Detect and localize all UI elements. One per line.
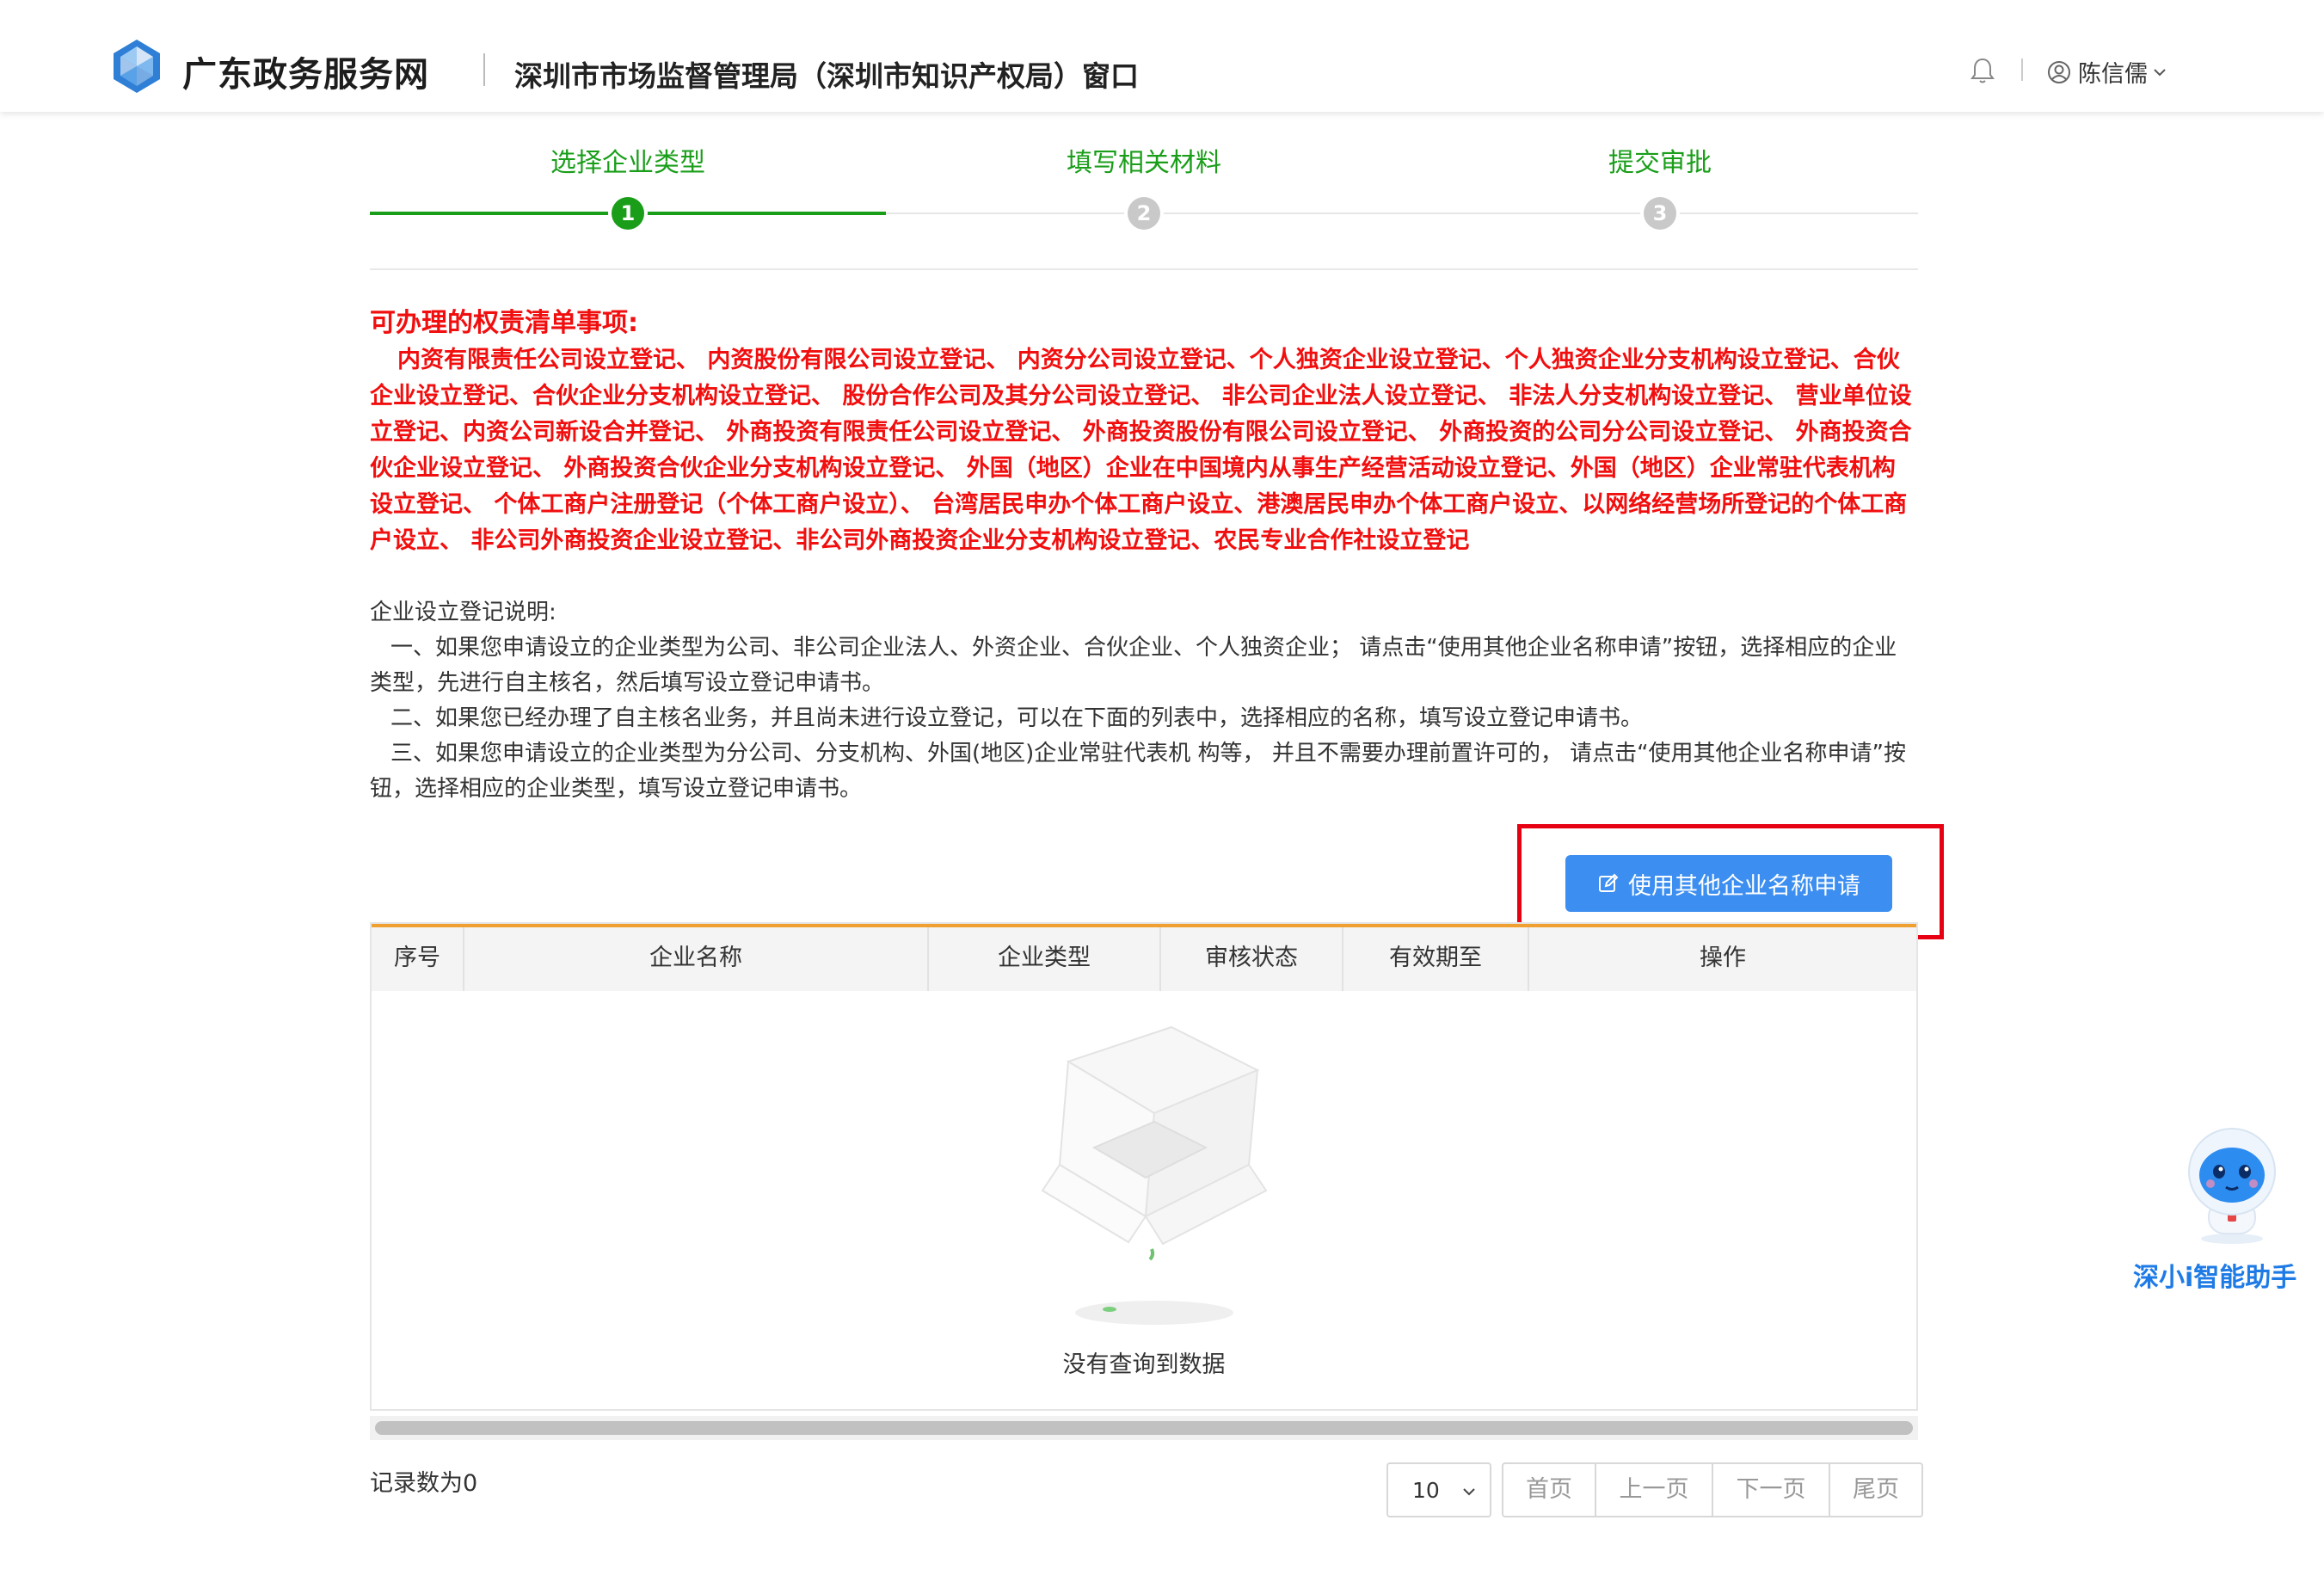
- column-header-expiry[interactable]: 有效期至: [1343, 927, 1529, 991]
- edit-icon: [1599, 873, 1619, 892]
- prev-page-button[interactable]: 上一页: [1596, 1464, 1713, 1516]
- column-header-status[interactable]: 审核状态: [1161, 927, 1343, 991]
- page-size-value: 10: [1412, 1477, 1440, 1503]
- first-page-button[interactable]: 首页: [1503, 1464, 1596, 1516]
- bell-icon[interactable]: [1970, 57, 1995, 84]
- user-menu[interactable]: 陈信儒: [2047, 55, 2175, 89]
- step-3-label: 提交审批: [1608, 148, 1712, 178]
- registration-description: 企业设立登记说明: 一、如果您申请设立的企业类型为公司、非公司企业法人、外资企业…: [370, 595, 1918, 807]
- site-logo-icon[interactable]: [110, 38, 163, 95]
- pagination: 首页 上一页 下一页 尾页: [1502, 1462, 1923, 1517]
- step-progress: 选择企业类型 1 填写相关材料 2 提交审批 3: [370, 129, 1918, 267]
- step-line-pending: [886, 212, 1918, 214]
- user-icon: [2048, 60, 2070, 83]
- description-item-1: 一、如果您申请设立的企业类型为公司、非公司企业法人、外资企业、合伙企业、个人独资…: [370, 635, 1897, 696]
- use-other-name-label: 使用其他企业名称申请: [1628, 872, 1860, 900]
- header-user-separator: [2021, 58, 2023, 81]
- notice-body: 内资有限责任公司设立登记、 内资股份有限公司设立登记、 内资分公司设立登记、个人…: [370, 347, 1912, 554]
- assistant-label[interactable]: 深小i智能助手: [2133, 1256, 2296, 1294]
- record-count: 记录数为0: [370, 1470, 478, 1497]
- description-title: 企业设立登记说明:: [370, 600, 556, 625]
- column-header-name[interactable]: 企业名称: [464, 927, 929, 991]
- column-header-index[interactable]: 序号: [372, 927, 464, 991]
- top-header: 广东政务服务网 深圳市市场监督管理局（深圳市知识产权局）窗口 陈信儒: [0, 0, 2324, 112]
- horizontal-scrollbar-thumb[interactable]: [375, 1421, 1913, 1435]
- table-header: 序号 企业名称 企业类型 审核状态 有效期至 操作: [372, 924, 1916, 991]
- step-1-circle: 1: [612, 197, 644, 230]
- steps-divider: [370, 268, 1918, 270]
- site-name[interactable]: 广东政务服务网: [182, 46, 429, 96]
- page-size-select[interactable]: 10: [1386, 1462, 1491, 1517]
- window-title: 深圳市市场监督管理局（深圳市知识产权局）窗口: [514, 59, 1139, 93]
- step-2-circle: 2: [1128, 197, 1160, 230]
- step-3-circle: 3: [1644, 197, 1676, 230]
- last-page-button[interactable]: 尾页: [1830, 1464, 1921, 1516]
- chevron-down-icon: [1463, 1488, 1475, 1496]
- description-item-3: 三、如果您申请设立的企业类型为分公司、分支机构、外国(地区)企业常驻代表机 构等…: [370, 741, 1907, 802]
- notice-title: 可办理的权责清单事项:: [370, 308, 638, 338]
- description-item-2: 二、如果您已经办理了自主核名业务，并且尚未进行设立登记，可以在下面的列表中，选择…: [390, 705, 1644, 731]
- column-header-action[interactable]: 操作: [1529, 927, 1916, 991]
- column-header-type[interactable]: 企业类型: [929, 927, 1161, 991]
- empty-box-illustration: [1041, 1025, 1268, 1325]
- user-name: 陈信儒: [2078, 61, 2148, 88]
- step-2-label: 填写相关材料: [1067, 148, 1221, 178]
- chevron-down-icon: [2154, 68, 2166, 76]
- enterprise-table: 序号 企业名称 企业类型 审核状态 有效期至 操作 没有查询到数据: [370, 922, 1918, 1411]
- use-other-name-button[interactable]: 使用其他企业名称申请: [1565, 855, 1892, 912]
- assistant-robot-icon[interactable]: [2167, 1118, 2296, 1247]
- next-page-button[interactable]: 下一页: [1713, 1464, 1830, 1516]
- step-1-label: 选择企业类型: [550, 148, 705, 178]
- empty-table-message: 没有查询到数据: [1062, 1351, 1226, 1378]
- authority-list-notice: 可办理的权责清单事项: 内资有限责任公司设立登记、 内资股份有限公司设立登记、 …: [370, 306, 1918, 559]
- header-separator: [483, 53, 485, 86]
